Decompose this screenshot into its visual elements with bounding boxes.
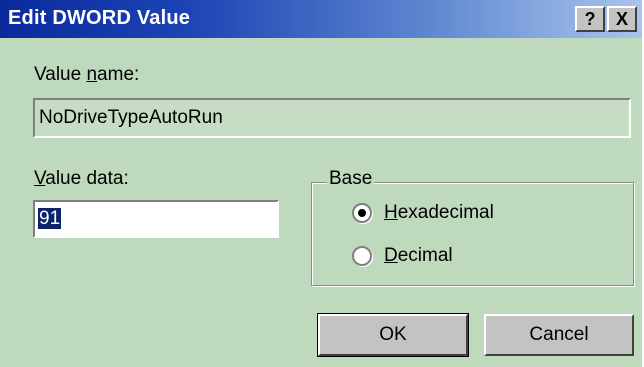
close-icon: X (615, 8, 628, 29)
value-data-label-accelerator: V (34, 168, 46, 189)
radio-decimal[interactable]: Decimal (352, 245, 453, 267)
close-button[interactable]: X (607, 6, 637, 32)
value-name-text: NoDriveTypeAutoRun (39, 107, 223, 128)
value-name-label-prefix: Value (34, 64, 87, 85)
value-name-label-suffix: ame: (97, 64, 140, 85)
hexadecimal-label-rest: exadecimal (397, 202, 494, 223)
help-button[interactable]: ? (575, 6, 605, 32)
value-data-label-suffix: alue data: (45, 168, 129, 189)
value-data-input[interactable]: 91 (33, 200, 279, 238)
decimal-label-accelerator: D (384, 245, 398, 266)
decimal-label-rest: ecimal (397, 245, 453, 266)
ok-button[interactable]: OK (317, 313, 469, 357)
radio-unselected-icon (352, 246, 372, 266)
base-group-label: Base (327, 168, 375, 190)
base-groupbox (311, 182, 634, 286)
hexadecimal-label: Hexadecimal (384, 202, 494, 224)
radio-hexadecimal[interactable]: Hexadecimal (352, 202, 494, 224)
value-data-label: Value data: (34, 168, 129, 190)
radio-selected-icon (352, 203, 372, 223)
help-icon: ? (584, 8, 596, 29)
cancel-button[interactable]: Cancel (484, 314, 634, 356)
value-name-label-accelerator: n (86, 64, 98, 85)
edit-dword-dialog: Edit DWORD Value ? X Value name: NoDrive… (0, 0, 644, 367)
cancel-button-label: Cancel (529, 324, 589, 345)
value-name-label: Value name: (34, 64, 139, 86)
title-bar[interactable]: Edit DWORD Value ? X (0, 0, 642, 38)
hexadecimal-label-accelerator: H (384, 202, 398, 223)
ok-button-label: OK (379, 324, 407, 345)
dialog-title: Edit DWORD Value (8, 7, 191, 29)
value-data-text: 91 (38, 208, 62, 229)
value-name-field[interactable]: NoDriveTypeAutoRun (33, 98, 631, 138)
decimal-label: Decimal (384, 245, 453, 267)
